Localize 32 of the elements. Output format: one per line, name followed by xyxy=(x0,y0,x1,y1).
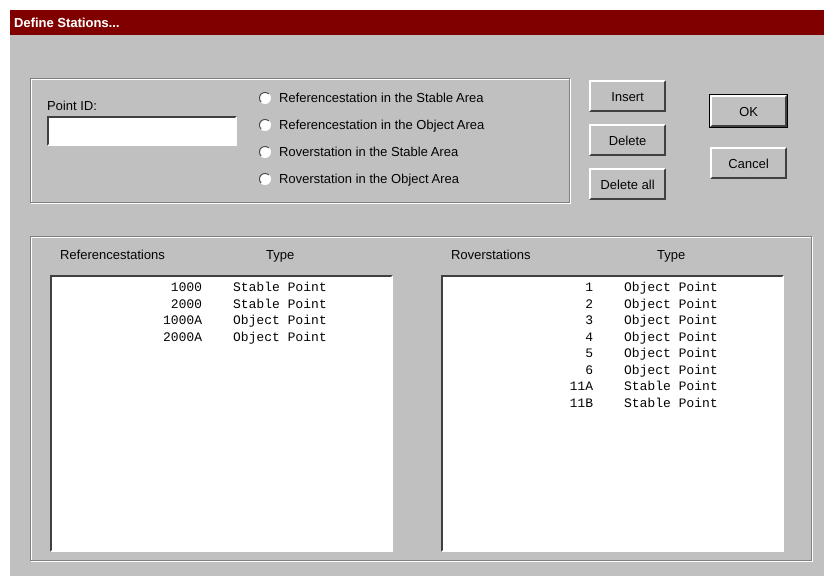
point-id-field[interactable] xyxy=(47,116,237,146)
list-item[interactable]: 6 Object Point xyxy=(443,362,782,379)
list-item[interactable]: 1000A Object Point xyxy=(52,313,391,330)
cancel-button[interactable]: Cancel xyxy=(710,147,787,179)
radio-button[interactable] xyxy=(259,92,271,104)
radio-label: Roverstation in the Stable Area xyxy=(279,144,458,159)
column-header: Roverstations xyxy=(450,247,532,264)
list-item[interactable]: 11A Stable Point xyxy=(443,379,782,396)
button[interactable]: Delete all xyxy=(589,168,666,200)
radio-button[interactable] xyxy=(259,172,271,184)
column-header: Type xyxy=(265,247,294,264)
list-item[interactable]: 2000 Stable Point xyxy=(52,296,391,313)
list-item[interactable]: 1 Object Point xyxy=(443,280,782,296)
radio-label: Referencestation in the Object Area xyxy=(279,117,484,132)
radio-label: Roverstation in the Object Area xyxy=(279,171,459,186)
button[interactable]: Insert xyxy=(589,80,666,112)
list-item[interactable]: 5 Object Point xyxy=(443,346,782,362)
radio-button[interactable] xyxy=(259,118,271,130)
list-item[interactable]: 4 Object Point xyxy=(443,330,782,346)
button[interactable]: Delete xyxy=(589,124,666,156)
list-item[interactable]: 11B Stable Point xyxy=(443,396,782,412)
list-item[interactable]: 3 Object Point xyxy=(443,313,782,330)
window-title: Define Stations... xyxy=(14,15,120,30)
column-header: Referencestations xyxy=(59,247,166,264)
field-label: Point ID: xyxy=(47,98,98,113)
ok-button[interactable]: OK xyxy=(710,95,787,127)
radio-label: Referencestation in the Stable Area xyxy=(279,90,484,105)
list-item[interactable]: 2000A Object Point xyxy=(52,330,391,346)
column-header: Type xyxy=(656,247,686,264)
list-item[interactable]: 2 Object Point xyxy=(443,296,782,313)
list-item[interactable]: 1000 Stable Point xyxy=(52,280,391,296)
radio-button[interactable] xyxy=(259,146,271,158)
